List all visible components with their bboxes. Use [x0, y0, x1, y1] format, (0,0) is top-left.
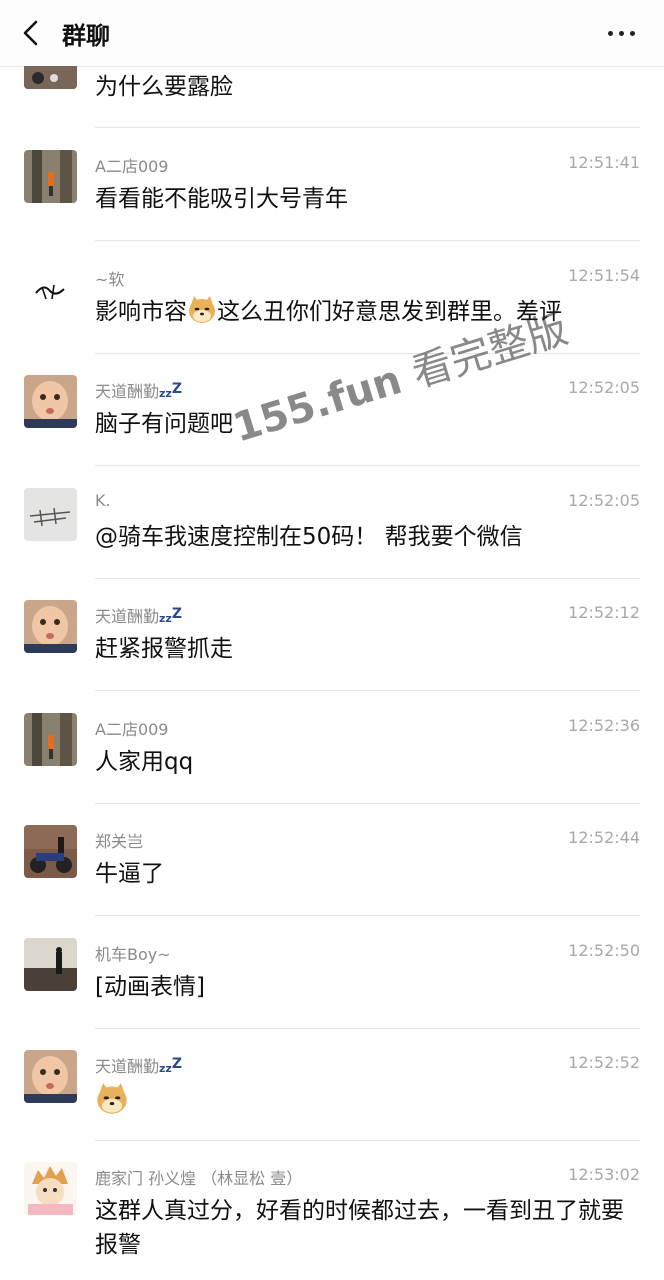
top-bar: 群聊 [0, 0, 664, 67]
sender-name: 郑关岂 [95, 832, 144, 851]
sender-name: 机车Boy~ [95, 945, 171, 964]
avatar[interactable] [24, 263, 77, 316]
back-chevron-icon[interactable] [18, 18, 46, 48]
sender-name: 天道酬勤zzZ [95, 606, 182, 626]
message-text [95, 1082, 643, 1118]
avatar[interactable] [24, 375, 77, 428]
sender-name: K. [95, 491, 111, 510]
page-title: 群聊 [62, 22, 110, 50]
sender-name: 天道酬勤zzZ [95, 381, 182, 401]
sender-name: A二店009 [95, 720, 169, 739]
avatar[interactable] [24, 1050, 77, 1103]
message-text: 脑子有问题吧 [95, 411, 233, 437]
message-text: 为什么要露脸 [95, 74, 233, 100]
message-text: 看看能不能吸引大号青年 [95, 186, 348, 212]
message-text: 牛逼了 [95, 861, 164, 887]
avatar[interactable] [24, 66, 77, 89]
message-text: @骑车我速度控制在50码！ 帮我要个微信 [95, 524, 523, 550]
avatar[interactable] [24, 713, 77, 766]
avatar[interactable] [24, 825, 77, 878]
avatar[interactable] [24, 488, 77, 541]
message-text: 影响市容 这么丑你们好意思发到群里。差评 [95, 295, 643, 329]
divider [95, 127, 640, 128]
avatar[interactable] [24, 150, 77, 203]
avatar[interactable] [24, 938, 77, 991]
divider [95, 1140, 640, 1141]
divider [95, 240, 640, 241]
message-time: 12:52:05 [568, 491, 640, 510]
doge-emoji [97, 1083, 127, 1114]
doge-emoji [189, 296, 215, 323]
message-time: 12:52:12 [568, 603, 640, 622]
sender-name: 鹿家门 孙义煌 （林显松 壹） [95, 1169, 303, 1188]
sender-name: ~软 [95, 270, 125, 289]
message-list[interactable]: 为什么要露脸 A二店009 12:51:41 看看能不能吸引大号青年 ~软 12… [0, 66, 664, 1280]
message-time: 12:52:44 [568, 828, 640, 847]
sender-name: 天道酬勤zzZ [95, 1056, 182, 1076]
divider [95, 915, 640, 916]
message-text-part: 影响市容 [95, 299, 187, 325]
message-text: [动画表情] [95, 974, 205, 1000]
divider [95, 578, 640, 579]
divider [95, 465, 640, 466]
avatar[interactable] [24, 600, 77, 653]
divider [95, 353, 640, 354]
more-options-icon[interactable] [606, 20, 638, 46]
message-time: 12:52:05 [568, 378, 640, 397]
message-time: 12:52:52 [568, 1053, 640, 1072]
divider [95, 803, 640, 804]
message-time: 12:52:36 [568, 716, 640, 735]
sender-name: A二店009 [95, 157, 169, 176]
message-text: 人家用qq [95, 749, 194, 775]
message-time: 12:51:54 [568, 266, 640, 285]
message-text-part: 这么丑你们好意思发到群里。差评 [217, 299, 562, 325]
avatar[interactable] [24, 1162, 77, 1215]
message-text: 赶紧报警抓走 [95, 636, 233, 662]
divider [95, 690, 640, 691]
message-time: 12:51:41 [568, 153, 640, 172]
message-text: 这群人真过分，好看的时候都过去，一看到丑了就要报警 [95, 1198, 624, 1258]
message-time: 12:52:50 [568, 941, 640, 960]
message-time: 12:53:02 [568, 1165, 640, 1184]
divider [95, 1028, 640, 1029]
